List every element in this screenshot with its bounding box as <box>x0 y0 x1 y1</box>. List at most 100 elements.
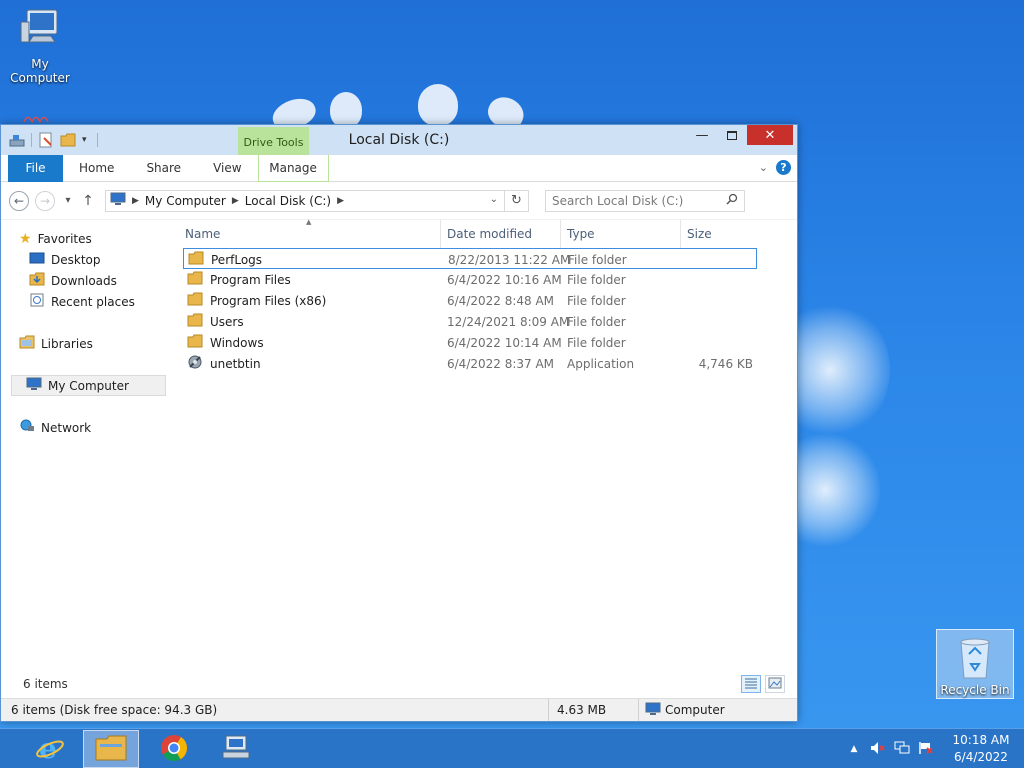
nav-favorites[interactable]: ★ Favorites <box>1 228 169 249</box>
expand-ribbon-icon[interactable]: ⌄ <box>759 161 768 174</box>
file-date: 6/4/2022 10:14 AM <box>447 335 562 350</box>
nav-desktop[interactable]: Desktop <box>1 249 169 270</box>
breadcrumb-local-disk[interactable]: Local Disk (C:) <box>245 194 331 208</box>
desktop-recycle-bin[interactable]: Recycle Bin <box>936 629 1014 699</box>
taskbar-chrome[interactable] <box>146 730 202 768</box>
recent-locations-button[interactable]: ▾ <box>61 195 75 206</box>
nav-libraries[interactable]: Libraries <box>1 333 169 354</box>
nav-label: My Computer <box>48 378 129 393</box>
address-dropdown-icon[interactable]: ⌄ <box>490 194 498 205</box>
navigation-pane: ★ Favorites Desktop Downloads Recent pla… <box>1 220 169 698</box>
drive-icon[interactable] <box>9 132 25 148</box>
title-bar[interactable]: ▾ Drive Tools Local Disk (C:) — ✕ <box>1 125 797 155</box>
address-bar[interactable]: ▶ My Computer ▶ Local Disk (C:) ▶ ⌄ ↻ <box>105 189 529 212</box>
chrome-icon <box>160 734 188 765</box>
qat-divider <box>96 133 98 147</box>
network-status-button[interactable] <box>890 741 914 758</box>
folder-icon <box>187 271 203 288</box>
action-center-button[interactable] <box>914 741 938 758</box>
desktop-icon <box>29 251 45 268</box>
file-explorer-icon <box>95 734 127 765</box>
volume-button[interactable] <box>866 741 890 758</box>
close-button[interactable]: ✕ <box>747 125 793 145</box>
recycle-bin-icon <box>937 634 1013 683</box>
file-name-cell: Program Files <box>187 269 291 290</box>
view-toggle <box>741 675 785 693</box>
file-name-cell: Windows <box>187 332 264 353</box>
details-view-button[interactable] <box>741 675 761 693</box>
table-row[interactable]: PerfLogs 8/22/2013 11:22 AM File folder <box>183 248 757 269</box>
system-clock[interactable]: 10:18 AM 6/4/2022 <box>938 732 1024 766</box>
tab-manage[interactable]: Manage <box>257 154 329 182</box>
breadcrumb-separator-icon[interactable]: ▶ <box>132 196 139 206</box>
desktop-icon-label: Recycle Bin <box>940 683 1010 697</box>
column-type[interactable]: Type <box>561 220 681 248</box>
chevron-down-icon: ▾ <box>65 195 71 206</box>
up-button[interactable]: ↑ <box>81 193 95 209</box>
explorer-window: ▾ Drive Tools Local Disk (C:) — ✕ File H… <box>0 124 798 722</box>
tab-home[interactable]: Home <box>63 155 130 182</box>
qat-customize-icon[interactable]: ▾ <box>82 135 87 145</box>
file-name: Users <box>210 314 244 329</box>
network-status-icon <box>894 741 910 758</box>
table-row[interactable]: Program Files 6/4/2022 10:16 AM File fol… <box>183 269 757 290</box>
breadcrumb-my-computer[interactable]: My Computer <box>145 194 226 208</box>
maximize-button[interactable] <box>717 125 747 145</box>
downloads-icon <box>29 272 45 289</box>
breadcrumb-separator-icon[interactable]: ▶ <box>232 196 239 206</box>
help-icon[interactable]: ? <box>776 160 791 175</box>
table-row[interactable]: Windows 6/4/2022 10:14 AM File folder <box>183 332 757 353</box>
column-date-modified[interactable]: Date modified <box>441 220 561 248</box>
quick-access-toolbar: ▾ <box>1 132 98 148</box>
file-type: File folder <box>567 272 626 287</box>
properties-icon[interactable] <box>38 132 54 148</box>
clock-time: 10:18 AM <box>952 733 1010 747</box>
tab-file[interactable]: File <box>8 154 63 182</box>
nav-downloads[interactable]: Downloads <box>1 270 169 291</box>
taskbar-file-explorer[interactable] <box>83 730 139 768</box>
large-icons-view-icon <box>768 677 782 692</box>
nav-network[interactable]: Network <box>1 417 169 438</box>
table-row[interactable]: Program Files (x86) 6/4/2022 8:48 AM Fil… <box>183 290 757 311</box>
taskbar-internet-explorer[interactable]: e <box>22 730 78 768</box>
file-name-cell: Users <box>187 311 244 332</box>
system-tray: ▲ 10:18 AM 6/4/2022 <box>842 729 1024 768</box>
table-row[interactable]: unetbtin 6/4/2022 8:37 AM Application 4,… <box>183 353 757 374</box>
column-size[interactable]: Size <box>681 220 759 248</box>
nav-label: Favorites <box>37 231 92 246</box>
maximize-icon <box>727 130 737 140</box>
tab-share[interactable]: Share <box>130 155 197 182</box>
new-folder-icon[interactable] <box>60 132 76 148</box>
status-size: 4.63 MB <box>549 699 639 721</box>
forward-arrow-icon: → <box>39 193 51 208</box>
file-date: 6/4/2022 10:16 AM <box>447 272 562 287</box>
taskbar-remote-app[interactable] <box>208 730 264 768</box>
drive-tools-context-label: Drive Tools <box>238 127 309 155</box>
wallpaper-petal <box>418 84 458 126</box>
back-button[interactable]: ← <box>9 190 29 211</box>
nav-my-computer[interactable]: My Computer <box>11 375 166 396</box>
network-icon <box>19 419 35 436</box>
desktop-my-computer[interactable]: My Computer <box>0 8 80 85</box>
search-input[interactable]: Search Local Disk (C:) <box>545 189 745 212</box>
large-icons-view-button[interactable] <box>765 675 785 693</box>
libraries-icon <box>19 335 35 352</box>
close-icon: ✕ <box>764 127 776 143</box>
desktop-icon-label: My Computer <box>10 57 70 85</box>
tab-view[interactable]: View <box>197 155 257 182</box>
status-location: Computer <box>639 702 725 719</box>
refresh-button[interactable]: ↻ <box>504 190 528 211</box>
show-hidden-icons-button[interactable]: ▲ <box>842 744 866 754</box>
file-type: File folder <box>567 314 626 329</box>
column-name[interactable]: Name <box>179 220 441 248</box>
file-list: ▲ Name Date modified Type Size PerfLogs … <box>169 218 797 698</box>
breadcrumb-separator-icon[interactable]: ▶ <box>337 196 344 206</box>
folder-icon <box>188 251 204 268</box>
file-type: Application <box>567 356 635 371</box>
table-row[interactable]: Users 12/24/2021 8:09 AM File folder <box>183 311 757 332</box>
minimize-button[interactable]: — <box>687 125 717 145</box>
minimize-icon: — <box>695 127 709 143</box>
nav-recent-places[interactable]: Recent places <box>1 291 169 312</box>
forward-button[interactable]: → <box>35 190 55 211</box>
nav-label: Recent places <box>51 294 135 309</box>
